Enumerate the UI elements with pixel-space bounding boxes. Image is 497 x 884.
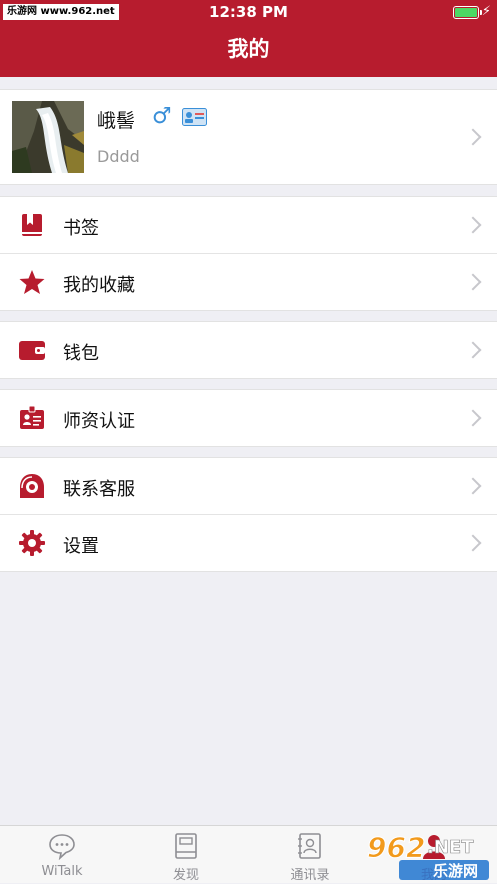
svg-text:乐游网: 乐游网 — [433, 862, 478, 880]
menu-label: 我的收藏 — [63, 275, 135, 296]
chevron-right-icon — [464, 128, 482, 146]
tab-discover[interactable]: 发现 — [124, 826, 248, 884]
wallet-icon — [19, 341, 45, 360]
menu-item-wallet[interactable]: 钱包 — [0, 322, 497, 378]
menu-item-settings[interactable]: 设置 — [0, 514, 497, 571]
status-bar: 乐游网 www.962.net 12:38 PM ⚡ — [0, 0, 497, 24]
tab-bar: WiTalk 发现 通讯录 我的 962 .NET 乐游网 — [0, 825, 497, 883]
badge-icon — [20, 405, 44, 429]
tab-label: 通讯录 — [290, 868, 330, 883]
menu-label: 联系客服 — [63, 479, 135, 500]
chevron-right-icon — [464, 273, 482, 291]
menu-item-contact-service[interactable]: 联系客服 — [0, 458, 497, 514]
svg-text:962: 962 — [367, 831, 425, 864]
user-name: 峨髻 — [97, 110, 136, 132]
bookmark-icon — [22, 214, 42, 236]
chevron-right-icon — [464, 216, 482, 234]
book-icon — [175, 833, 197, 859]
status-time: 12:38 PM — [209, 3, 288, 21]
profile-card[interactable]: 峨髻 ♂ Dddd — [0, 89, 497, 185]
menu-group-2: 钱包 — [0, 321, 497, 379]
menu-item-favorites[interactable]: 我的收藏 — [0, 253, 497, 310]
gear-icon — [19, 530, 45, 556]
chat-bubble-icon — [49, 834, 75, 860]
avatar[interactable] — [12, 101, 84, 173]
page-title: 我的 — [227, 37, 270, 61]
user-id: Dddd — [97, 147, 140, 166]
menu-group-4: 联系客服 设置 — [0, 457, 497, 572]
male-icon: ♂ — [152, 104, 172, 129]
battery-icon — [453, 6, 482, 19]
menu-group-3: 师资认证 — [0, 389, 497, 447]
customer-service-icon — [20, 474, 44, 498]
watermark-logo: 962 .NET 乐游网 — [367, 831, 489, 880]
menu-group-1: 书签 我的收藏 — [0, 196, 497, 311]
menu-label: 书签 — [63, 218, 99, 239]
svg-text:.NET: .NET — [427, 837, 474, 858]
header-bar: 乐游网 www.962.net 12:38 PM ⚡ 我的 — [0, 0, 497, 77]
menu-item-bookmark[interactable]: 书签 — [0, 197, 497, 253]
tab-label: WiTalk — [41, 864, 83, 879]
charging-icon: ⚡ — [481, 4, 491, 19]
star-icon — [19, 270, 45, 294]
menu-label: 设置 — [63, 536, 99, 557]
id-card-icon — [182, 108, 207, 126]
address-book-icon — [298, 833, 321, 859]
menu-item-teacher-verify[interactable]: 师资认证 — [0, 390, 497, 446]
tab-witalk[interactable]: WiTalk — [0, 826, 124, 884]
menu-label: 钱包 — [63, 343, 99, 364]
chevron-right-icon — [464, 341, 482, 359]
tab-contacts[interactable]: 通讯录 — [248, 826, 372, 884]
menu-label: 师资认证 — [63, 411, 135, 432]
chevron-right-icon — [464, 409, 482, 427]
chevron-right-icon — [464, 477, 482, 495]
chevron-right-icon — [464, 534, 482, 552]
tab-label: 发现 — [172, 868, 199, 883]
